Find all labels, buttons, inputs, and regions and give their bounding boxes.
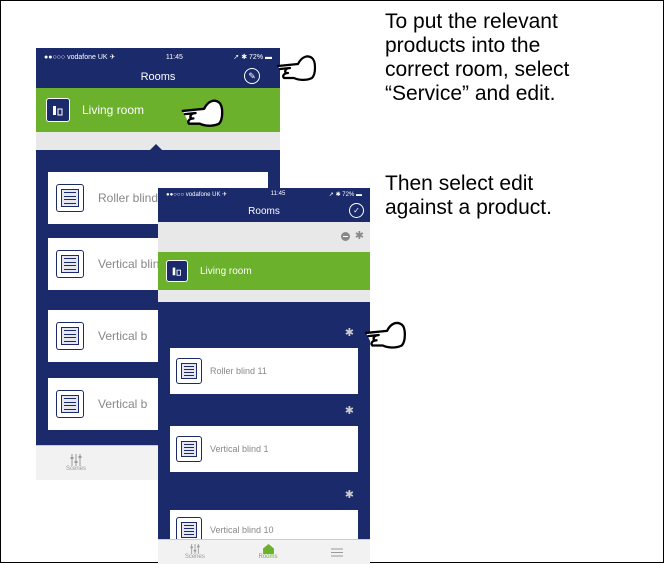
status-bar: ●●○○○ vodafone UK ✈ 11:45 ➚ ✱ 72% ▬ <box>158 188 370 200</box>
nav-title: Rooms <box>140 71 176 83</box>
blind-icon <box>56 184 84 212</box>
blind-icon <box>176 436 202 462</box>
instruction-text-1: To put the relevant products into the co… <box>385 10 569 106</box>
tab-scenes[interactable]: Scenes <box>185 544 205 560</box>
product-name: Vertical b <box>98 397 148 411</box>
service-strip <box>158 290 370 302</box>
blind-icon <box>56 322 84 350</box>
edit-gear-icon[interactable]: ✱ <box>345 404 354 417</box>
home-icon <box>262 544 274 554</box>
instruction-line: products into the <box>385 34 541 57</box>
instruction-text-2: Then select edit against a product. <box>385 172 552 220</box>
battery-label: ➚ ✱ 72% ▬ <box>233 54 272 61</box>
pointing-hand-icon <box>276 55 317 81</box>
instruction-line: correct room, select <box>385 58 570 81</box>
pointing-hand-icon <box>181 99 224 127</box>
tab-rooms[interactable]: Rooms <box>259 544 278 560</box>
product-name: Vertical blind 10 <box>210 525 274 535</box>
nav-bar: Rooms ✎ <box>36 66 280 88</box>
front-phone-screenshot: ●●○○○ vodafone UK ✈ 11:45 ➚ ✱ 72% ▬ Room… <box>158 188 370 564</box>
pointing-hand-icon <box>364 321 407 349</box>
tab-menu[interactable] <box>331 548 344 557</box>
product-name: Vertical blind 1 <box>210 444 269 454</box>
tab-bar: Scenes Rooms <box>158 539 370 564</box>
tab-scenes[interactable]: Scenes <box>66 454 86 472</box>
room-header[interactable]: Living room <box>36 88 280 132</box>
service-strip: ✱ <box>158 222 370 252</box>
room-icon <box>46 98 70 122</box>
pointer-notch <box>146 144 166 154</box>
settings-gear-icon[interactable]: ✱ <box>355 229 364 242</box>
product-name: Vertical b <box>98 329 148 343</box>
sliders-icon <box>70 454 82 466</box>
blind-icon <box>176 358 202 384</box>
remove-icon[interactable] <box>341 232 350 241</box>
edit-pencil-icon[interactable]: ✎ <box>244 68 260 84</box>
instruction-line: against a product. <box>385 196 552 219</box>
instruction-line: “Service” and edit. <box>385 82 556 105</box>
status-bar: ●●○○○ vodafone UK ✈ 11:45 ➚ ✱ 72% ▬ <box>36 48 280 66</box>
nav-bar: Rooms ✓ <box>158 200 370 222</box>
menu-icon <box>331 548 344 556</box>
done-check-icon[interactable]: ✓ <box>349 203 364 218</box>
product-card[interactable]: Roller blind 11 <box>170 348 358 394</box>
edit-gear-icon[interactable]: ✱ <box>345 326 354 339</box>
product-name: Roller blind <box>98 191 159 205</box>
room-name: Living room <box>82 103 145 117</box>
product-name: Vertical blind <box>98 257 167 271</box>
carrier-label: ●●○○○ vodafone UK ✈ <box>44 54 116 61</box>
blind-icon <box>56 250 84 278</box>
sliders-icon <box>190 544 200 554</box>
carrier-label: ●●○○○ vodafone UK ✈ <box>166 191 228 198</box>
room-name: Living room <box>200 265 252 277</box>
room-header[interactable]: Living room <box>158 252 370 290</box>
instruction-line: To put the relevant <box>385 10 558 33</box>
time-label: 11:45 <box>270 191 286 197</box>
product-card[interactable]: Vertical blind 1 <box>170 426 358 472</box>
instruction-line: Then select edit <box>385 172 534 195</box>
edit-gear-icon[interactable]: ✱ <box>345 488 354 501</box>
room-icon <box>166 260 188 282</box>
nav-title: Rooms <box>248 205 280 217</box>
time-label: 11:45 <box>165 53 183 61</box>
pointer-notch <box>256 304 274 313</box>
battery-label: ➚ ✱ 72% ▬ <box>328 191 362 198</box>
blind-icon <box>56 390 84 418</box>
product-name: Roller blind 11 <box>210 366 267 376</box>
